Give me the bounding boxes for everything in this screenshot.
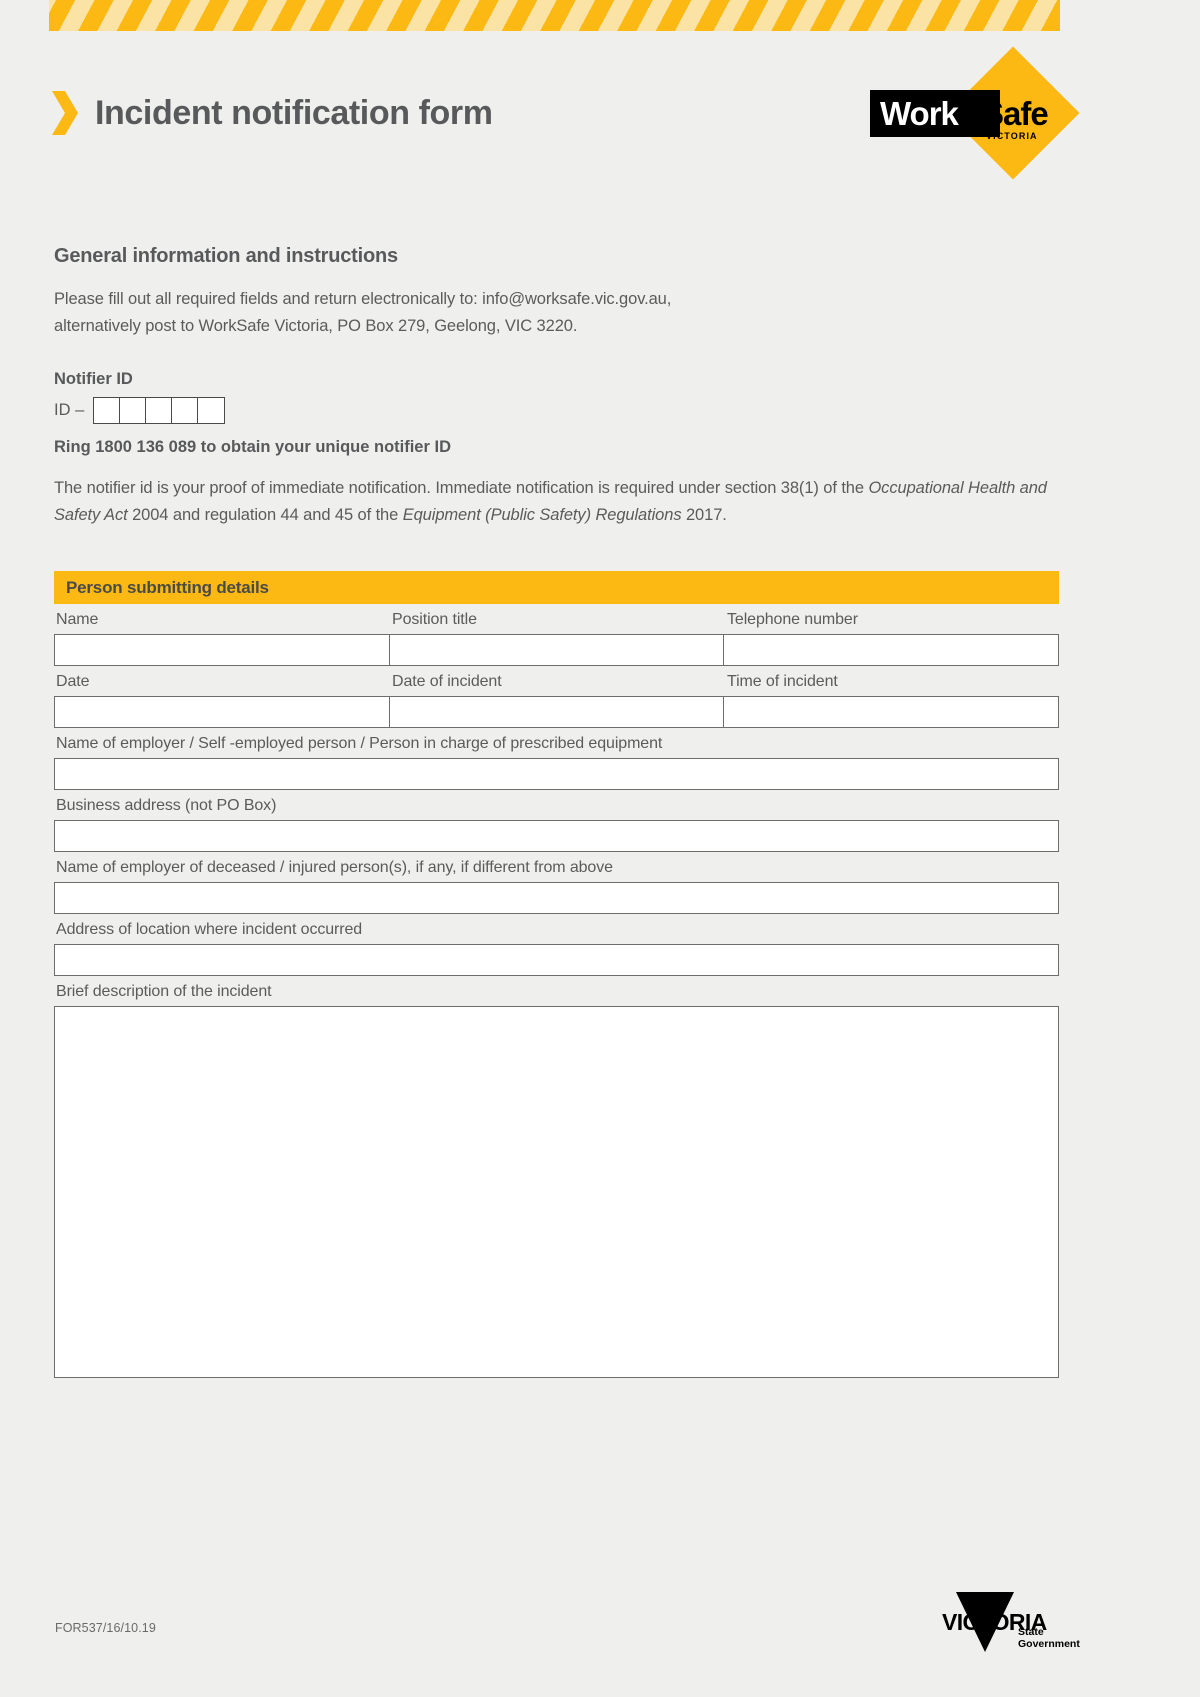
row1-inputs (54, 634, 1059, 666)
proof-text-part-3: 2017. (681, 506, 727, 524)
instructions-line-2: alternatively post to WorkSafe Victoria,… (54, 317, 578, 335)
title-row: Incident notification form (52, 91, 493, 135)
hazard-stripe-banner (49, 0, 1060, 31)
instructions-paragraph: Please fill out all required fields and … (54, 286, 1059, 340)
notifier-id-box[interactable] (198, 398, 224, 423)
row2-labels: Date Date of incident Time of incident (54, 666, 1059, 696)
victoria-state-government-logo: VICTORIA State Government (942, 1592, 1080, 1654)
page-footer: FOR537/16/10.19 VICTORIA State Governmen… (0, 1582, 1200, 1697)
notifier-id-heading: Notifier ID (54, 370, 133, 388)
label-incident-location-address: Address of location where incident occur… (56, 921, 363, 938)
chevron-right-icon (52, 91, 78, 135)
page-header: Incident notification form Work Safe VIC… (0, 31, 1200, 181)
label-position-title: Position title (392, 611, 477, 628)
input-incident-description[interactable] (54, 1006, 1059, 1378)
input-telephone-number[interactable] (723, 634, 1059, 666)
notifier-id-row: ID – (54, 397, 1059, 424)
worksafe-safe-text: Safe (982, 95, 1049, 132)
label-incident-description: Brief description of the incident (56, 983, 272, 1000)
label-name: Name (56, 611, 99, 628)
input-date[interactable] (54, 696, 390, 728)
label-time-of-incident: Time of incident (727, 673, 838, 690)
label-telephone-number: Telephone number (727, 611, 858, 628)
input-business-address[interactable] (54, 820, 1059, 852)
input-incident-location-address[interactable] (54, 944, 1059, 976)
form-content: General information and instructions Ple… (54, 245, 1059, 1378)
general-information-heading: General information and instructions (54, 245, 398, 267)
notifier-id-box[interactable] (94, 398, 121, 423)
label-business-address: Business address (not PO Box) (56, 797, 277, 814)
section-banner-label: Person submitting details (66, 577, 269, 597)
label-employer-name: Name of employer / Self -employed person… (56, 735, 663, 752)
worksafe-logo: Work Safe VICTORIA (870, 46, 1080, 180)
form-code: FOR537/16/10.19 (55, 1621, 156, 1635)
row2-inputs (54, 696, 1059, 728)
proof-text-part-1: The notifier id is your proof of immedia… (54, 479, 869, 497)
notifier-id-input-boxes[interactable] (93, 397, 226, 424)
input-time-of-incident[interactable] (723, 696, 1059, 728)
instructions-line-1: Please fill out all required fields and … (54, 290, 672, 308)
input-employer-name[interactable] (54, 758, 1059, 790)
notifier-id-prefix-label: ID – (54, 401, 85, 419)
input-date-of-incident[interactable] (389, 696, 724, 728)
victoria-subtitle: State Government (1018, 1626, 1080, 1650)
victoria-subtitle-line-1: State (1018, 1626, 1044, 1638)
form-page: Incident notification form Work Safe VIC… (0, 0, 1200, 1697)
notifier-id-box[interactable] (146, 398, 173, 423)
person-submitting-details-banner: Person submitting details (54, 571, 1059, 604)
ring-phone-instruction: Ring 1800 136 089 to obtain your unique … (54, 438, 451, 456)
notifier-id-box[interactable] (120, 398, 147, 423)
page-title: Incident notification form (95, 94, 493, 132)
notifier-proof-paragraph: The notifier id is your proof of immedia… (54, 475, 1059, 529)
worksafe-work-text: Work (880, 95, 959, 132)
label-date-of-incident: Date of incident (392, 673, 502, 690)
proof-text-part-2: 2004 and regulation 44 and 45 of the (127, 506, 403, 524)
label-employer-of-injured: Name of employer of deceased / injured p… (56, 859, 613, 876)
input-name[interactable] (54, 634, 390, 666)
label-date: Date (56, 673, 90, 690)
worksafe-victoria-text: VICTORIA (986, 131, 1038, 141)
input-employer-of-injured[interactable] (54, 882, 1059, 914)
row1-labels: Name Position title Telephone number (54, 604, 1059, 634)
victoria-subtitle-line-2: Government (1018, 1638, 1080, 1650)
regulations-name-italic: Equipment (Public Safety) Regulations (402, 506, 682, 524)
notifier-id-box[interactable] (172, 398, 199, 423)
input-position-title[interactable] (389, 634, 724, 666)
